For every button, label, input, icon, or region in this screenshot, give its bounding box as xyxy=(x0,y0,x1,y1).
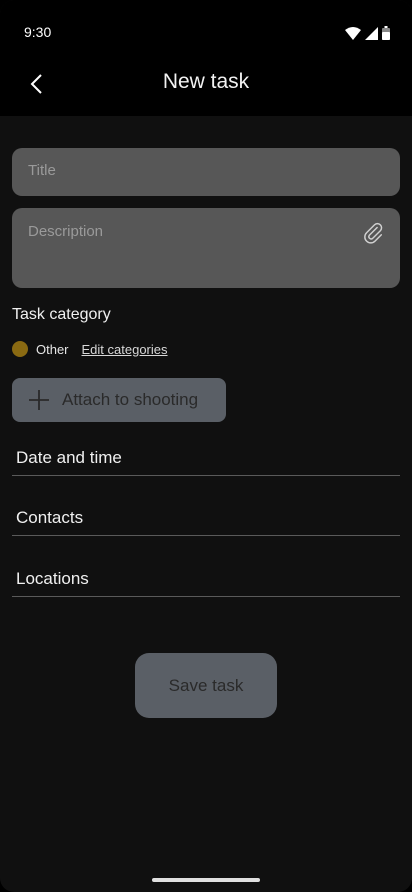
attach-button-label: Attach to shooting xyxy=(62,390,199,409)
contacts-row[interactable]: Contacts xyxy=(12,500,400,536)
app-bar: New task xyxy=(0,64,412,116)
plus-icon xyxy=(29,390,49,410)
title-field-container xyxy=(12,148,400,196)
home-indicator[interactable] xyxy=(152,878,260,882)
date-and-time-label: Date and time xyxy=(16,448,122,467)
locations-label: Locations xyxy=(16,569,89,588)
category-name[interactable]: Other xyxy=(36,342,69,357)
app-screen: 9:30 New task Title Description Task cat… xyxy=(0,0,412,892)
date-and-time-row[interactable]: Date and time xyxy=(12,440,400,476)
category-color-dot xyxy=(12,341,28,357)
wifi-icon xyxy=(345,27,361,40)
contacts-label: Contacts xyxy=(16,508,84,527)
task-category-label: Task category xyxy=(12,306,111,323)
status-bar: 9:30 xyxy=(0,0,412,64)
page-title: New task xyxy=(162,70,250,93)
paperclip-icon[interactable] xyxy=(362,222,384,244)
status-time: 9:30 xyxy=(24,24,52,40)
description-input[interactable] xyxy=(28,223,350,257)
locations-row[interactable]: Locations xyxy=(12,561,400,597)
edit-categories-link[interactable]: Edit categories xyxy=(82,342,168,357)
title-input[interactable] xyxy=(28,162,384,179)
attach-to-shooting-button[interactable]: Attach to shooting xyxy=(12,378,226,422)
description-field-container xyxy=(12,208,400,288)
status-icons xyxy=(345,26,390,40)
category-row: Other Edit categories xyxy=(12,339,168,359)
battery-icon xyxy=(382,26,390,40)
save-task-button[interactable]: Save task xyxy=(135,653,277,718)
signal-icon xyxy=(365,27,378,40)
